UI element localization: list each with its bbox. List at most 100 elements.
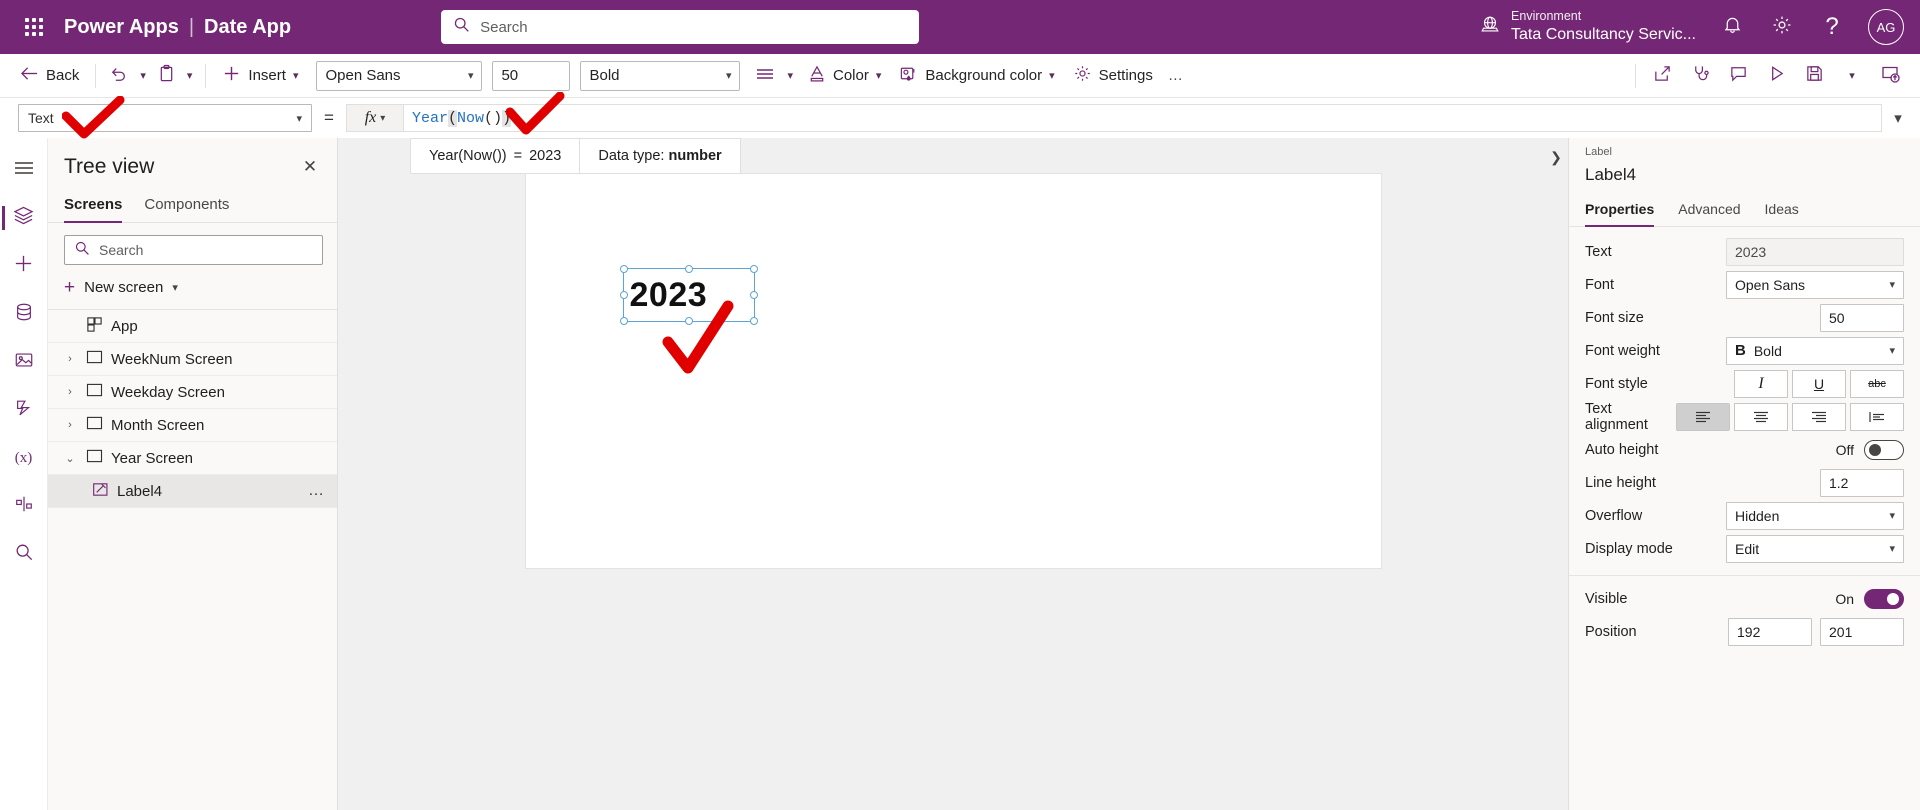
resize-handle-top-center[interactable] [684,265,693,273]
settings-command-button[interactable]: Settings [1065,60,1161,92]
avatar[interactable]: AG [1868,9,1904,45]
color-button[interactable]: Color ▾ [800,60,889,92]
preview-button[interactable] [1758,60,1794,92]
chevron-right-icon[interactable]: › [62,386,78,398]
tab-screens[interactable]: Screens [64,190,123,223]
align-left-button[interactable] [1676,402,1730,431]
tab-properties[interactable]: Properties [1585,195,1655,227]
font-size-field[interactable]: 50 [1820,303,1904,332]
tree-item-month-screen[interactable]: › Month Screen [48,409,337,442]
rail-components-button[interactable] [2,484,46,528]
resize-handle-middle-left[interactable] [619,291,628,299]
tab-ideas[interactable]: Ideas [1765,195,1799,226]
tree-item-app[interactable]: App [48,310,337,343]
text-value-field[interactable]: 2023 [1726,237,1904,266]
overflow-select[interactable]: Hidden ▾ [1726,501,1904,530]
rail-insert-button[interactable] [2,244,46,288]
line-height-field[interactable]: 1.2 [1820,468,1904,497]
bell-icon [1722,14,1743,40]
fx-button[interactable]: fx ▾ [346,104,404,132]
brand-area: Power Apps | Date App [64,16,291,39]
font-family-value: Open Sans [325,67,401,84]
undo-dropdown[interactable]: ▾ [135,60,151,92]
display-mode-select[interactable]: Edit ▾ [1726,534,1904,563]
font-select[interactable]: Open Sans ▾ [1726,270,1904,299]
tab-components[interactable]: Components [144,190,229,222]
chevron-down-icon: ▾ [1889,345,1895,357]
settings-button[interactable] [1760,5,1804,49]
background-color-button[interactable]: Background color ▾ [891,60,1062,92]
formula-input[interactable]: Year(Now()) [404,104,1882,132]
italic-button[interactable]: I [1734,369,1788,398]
properties-panel-expander[interactable]: ❯ [1544,144,1568,170]
app-screen-canvas[interactable]: 2023 [525,174,1381,568]
tree-item-weeknum-screen[interactable]: › WeekNum Screen [48,343,337,376]
canvas-area[interactable]: 2023 [338,138,1568,810]
app-launcher-icon[interactable] [16,9,52,45]
font-weight-select[interactable]: Bold ▾ [580,60,741,91]
environment-selector[interactable]: Environment Tata Consultancy Servic... [1471,9,1704,45]
rail-variables-button[interactable]: (x) [2,436,46,480]
rail-media-button[interactable] [2,340,46,384]
align-center-button[interactable] [1734,402,1788,431]
property-label-auto-height: Auto height [1585,441,1659,458]
text-align-dropdown[interactable]: ▾ [782,60,798,92]
overflow-menu-button[interactable]: … [1163,60,1190,92]
search-input[interactable]: Search [441,10,920,44]
tree-item-year-screen[interactable]: ⌄ Year Screen [48,442,337,475]
strikethrough-button[interactable]: abc [1850,369,1904,398]
tab-advanced[interactable]: Advanced [1678,195,1740,226]
brand-label[interactable]: Power Apps [64,16,179,39]
position-y-field[interactable]: 201 [1820,617,1904,646]
visible-toggle[interactable] [1864,588,1904,609]
main-area: Year(Now()) = 2023 Data type: number (x)… [0,138,1920,810]
insert-button[interactable]: Insert ▾ [214,60,306,92]
resize-handle-top-right[interactable] [749,265,758,273]
auto-height-toggle[interactable] [1864,439,1904,460]
close-icon[interactable]: ✕ [297,154,323,180]
paste-button[interactable] [153,60,180,92]
help-button[interactable]: ? [1810,5,1854,49]
chevron-down-icon: ▾ [725,70,732,82]
rail-data-button[interactable] [2,292,46,336]
resize-handle-bottom-left[interactable] [619,317,628,325]
align-right-button[interactable] [1792,402,1846,431]
new-screen-button[interactable]: + New screen ▾ [64,274,321,301]
tree-item-weekday-screen[interactable]: › Weekday Screen [48,376,337,409]
publish-button[interactable] [1872,60,1908,92]
formula-bar-expand-button[interactable]: ▾ [1884,104,1912,132]
save-dropdown[interactable]: ▾ [1834,60,1870,92]
selected-label-control[interactable]: 2023 [619,265,758,325]
rail-power-automate-button[interactable] [2,388,46,432]
app-checker-button[interactable] [1682,60,1718,92]
text-align-button[interactable] [750,60,780,92]
chevron-right-icon[interactable]: › [62,419,78,431]
notifications-button[interactable] [1710,5,1754,49]
resize-handle-top-left[interactable] [619,265,628,273]
tree-search-input[interactable]: Search [64,235,323,265]
chevron-right-icon[interactable]: › [62,353,78,365]
resize-handle-middle-right[interactable] [749,291,758,299]
ellipsis-icon[interactable]: … [308,482,337,500]
align-justify-button[interactable] [1850,402,1904,431]
chevron-down-icon[interactable]: ⌄ [62,452,78,465]
tree-item-label4[interactable]: Label4 … [48,475,337,508]
rail-menu-button[interactable] [2,148,46,192]
resize-handle-bottom-center[interactable] [684,317,693,325]
paste-dropdown[interactable]: ▾ [182,60,198,92]
rail-tree-view-button[interactable] [1,196,46,240]
resize-handle-bottom-right[interactable] [749,317,758,325]
position-x-field[interactable]: 192 [1728,617,1812,646]
save-button[interactable] [1796,60,1832,92]
app-name-label[interactable]: Date App [204,16,291,39]
font-weight-select[interactable]: B Bold ▾ [1726,336,1904,365]
undo-button[interactable] [104,60,133,92]
font-family-select[interactable]: Open Sans ▾ [316,60,483,91]
rail-search-button[interactable] [2,532,46,576]
comments-button[interactable] [1720,60,1756,92]
back-button[interactable]: Back [12,60,87,92]
underline-button[interactable]: U [1792,369,1846,398]
font-size-select[interactable]: 50 [492,60,571,91]
property-select[interactable]: Text ▾ [18,104,312,132]
share-button[interactable] [1644,60,1680,92]
